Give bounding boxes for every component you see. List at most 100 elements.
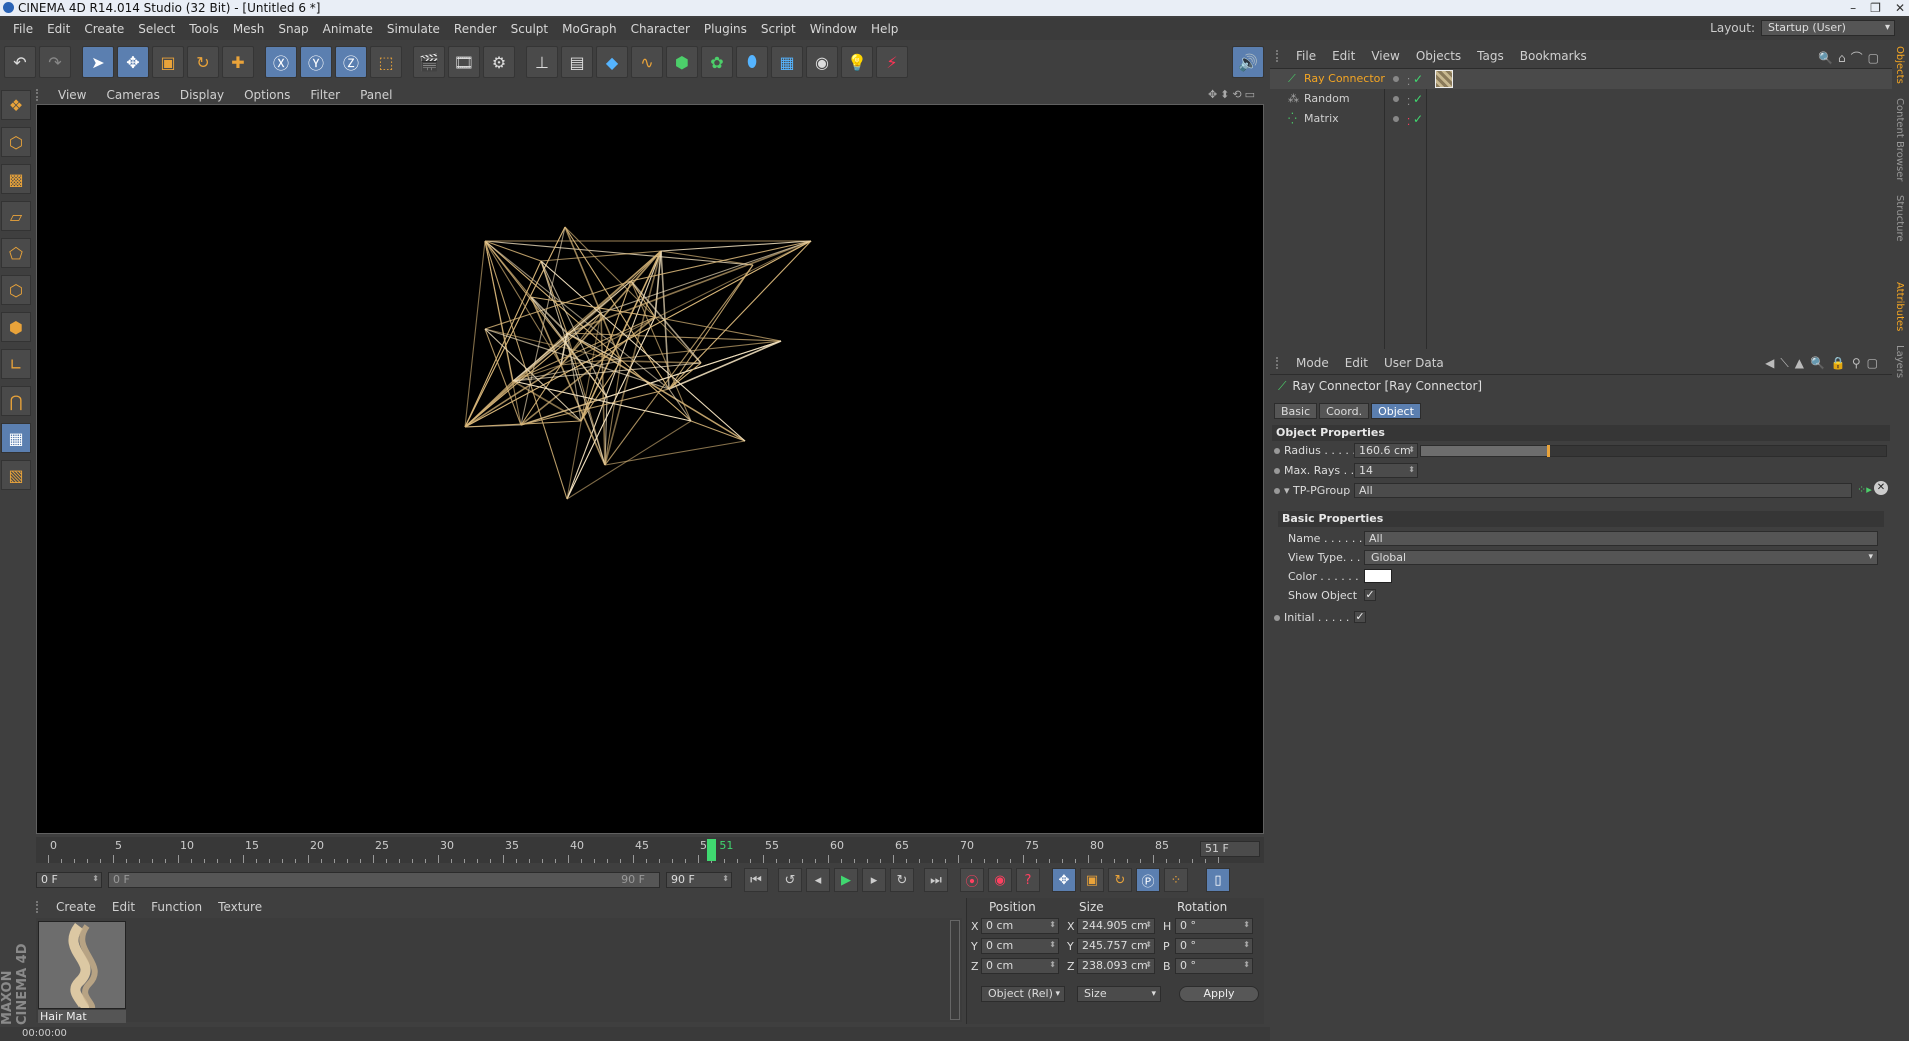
- enabled-check-icon[interactable]: ✓: [1413, 69, 1423, 89]
- tp-group-clear-icon[interactable]: ✕: [1874, 481, 1888, 495]
- stepper-icon[interactable]: ⬍: [1408, 463, 1415, 476]
- play-icon[interactable]: ▶: [834, 868, 858, 892]
- menu-mograph[interactable]: MoGraph: [555, 18, 624, 40]
- size-mode-dropdown[interactable]: Size: [1077, 986, 1161, 1002]
- x-axis-icon[interactable]: Ⓧ: [265, 46, 297, 78]
- layout-dropdown[interactable]: Startup (User): [1761, 20, 1895, 36]
- z-axis-icon[interactable]: Ⓩ: [335, 46, 367, 78]
- stepper-icon[interactable]: ⬍: [1243, 918, 1250, 932]
- viewport-nav-icons[interactable]: ✥⬍⟲▭: [1208, 88, 1258, 101]
- material-menu-texture[interactable]: Texture: [210, 900, 270, 914]
- autokeying-icon[interactable]: ◉: [988, 868, 1012, 892]
- rotation-p-field[interactable]: 0 ° ⬍: [1175, 938, 1253, 954]
- render-picture-viewer-icon[interactable]: 🎞: [448, 46, 480, 78]
- y-axis-icon[interactable]: Ⓨ: [300, 46, 332, 78]
- render-dot-icon[interactable]: ⁚: [1407, 113, 1410, 133]
- coordinate-system-icon[interactable]: ⬚: [370, 46, 402, 78]
- hair-material-thumbnail[interactable]: [38, 921, 126, 1009]
- restore-icon[interactable]: ❐: [1870, 0, 1881, 16]
- render-view-icon[interactable]: 🎬: [413, 46, 445, 78]
- previous-frame-icon[interactable]: ◂: [806, 868, 830, 892]
- show-object-checkbox[interactable]: ✓: [1364, 589, 1376, 601]
- color-swatch[interactable]: [1364, 569, 1392, 583]
- add-tool-icon[interactable]: ✚: [222, 46, 254, 78]
- size-y-field[interactable]: 245.757 cm ⬍: [1077, 938, 1155, 954]
- next-frame-icon[interactable]: ▸: [862, 868, 886, 892]
- material-tag-icon[interactable]: [1435, 70, 1453, 88]
- am-menu-user-data[interactable]: User Data: [1376, 356, 1452, 370]
- enabled-check-icon[interactable]: ✓: [1413, 109, 1423, 129]
- model-mode-icon[interactable]: ⬡: [1, 127, 31, 157]
- om-menu-edit[interactable]: Edit: [1324, 49, 1363, 63]
- menu-edit[interactable]: Edit: [40, 18, 77, 40]
- rotate-tool-icon[interactable]: ↻: [187, 46, 219, 78]
- viewport-menu-view[interactable]: View: [48, 88, 96, 102]
- keyframe-selection-icon[interactable]: ?: [1016, 868, 1040, 892]
- menu-plugins[interactable]: Plugins: [697, 18, 754, 40]
- panel-grip[interactable]: [1276, 357, 1284, 369]
- radius-slider[interactable]: [1420, 445, 1887, 457]
- stepper-icon[interactable]: ⬍: [1145, 918, 1152, 932]
- start-frame-field[interactable]: 0 F ⬍: [36, 872, 102, 888]
- floor-icon[interactable]: ▦: [771, 46, 803, 78]
- panel-grip[interactable]: [36, 901, 44, 913]
- redo-icon[interactable]: ↷: [39, 46, 71, 78]
- om-menu-objects[interactable]: Objects: [1408, 49, 1469, 63]
- stepper-icon[interactable]: ⬍: [1049, 958, 1056, 972]
- initial-checkbox[interactable]: ✓: [1354, 611, 1366, 623]
- axis-mode-icon[interactable]: ∟: [1, 349, 31, 379]
- side-tab-objects[interactable]: Objects: [1894, 46, 1905, 84]
- thinking-particles-icon[interactable]: ⚡: [876, 46, 908, 78]
- key-pla-icon[interactable]: ⁘: [1164, 868, 1188, 892]
- stepper-icon[interactable]: ⬍: [1145, 958, 1152, 972]
- menu-create[interactable]: Create: [77, 18, 131, 40]
- go-to-end-icon[interactable]: ⏭: [924, 868, 948, 892]
- menu-file[interactable]: File: [6, 18, 40, 40]
- menu-select[interactable]: Select: [131, 18, 182, 40]
- scheme-icon[interactable]: ▯: [1206, 868, 1230, 892]
- rotation-h-field[interactable]: 0 ° ⬍: [1175, 918, 1253, 934]
- object-row-matrix[interactable]: ⁛ Matrix ⁚ ✓: [1270, 109, 1892, 129]
- menu-animate[interactable]: Animate: [316, 18, 380, 40]
- visibility-dot-icon[interactable]: [1393, 96, 1399, 102]
- workplane-mode-icon[interactable]: ▱: [1, 201, 31, 231]
- menu-mesh[interactable]: Mesh: [226, 18, 272, 40]
- side-tab-content-browser[interactable]: Content Browser: [1894, 98, 1905, 181]
- record-keys-icon[interactable]: ⦿: [960, 868, 984, 892]
- om-toolbar-icons[interactable]: 🔍⌂⌒▢: [1818, 49, 1884, 66]
- document-icon[interactable]: ▤: [561, 46, 593, 78]
- enabled-check-icon[interactable]: ✓: [1413, 89, 1423, 109]
- render-settings-icon[interactable]: ⚙: [483, 46, 515, 78]
- go-to-start-icon[interactable]: ⏮: [744, 868, 768, 892]
- menu-script[interactable]: Script: [754, 18, 803, 40]
- live-selection-icon[interactable]: ➤: [82, 46, 114, 78]
- name-field[interactable]: All: [1364, 531, 1878, 546]
- tp-group-field[interactable]: All: [1354, 483, 1852, 498]
- deformer-icon[interactable]: ⬮: [736, 46, 768, 78]
- cloner-icon[interactable]: ✿: [701, 46, 733, 78]
- viewport-menu-filter[interactable]: Filter: [300, 88, 350, 102]
- stepper-icon[interactable]: ⬍: [1243, 958, 1250, 972]
- menu-simulate[interactable]: Simulate: [380, 18, 447, 40]
- menu-render[interactable]: Render: [447, 18, 504, 40]
- stepper-icon[interactable]: ⬍: [1049, 938, 1056, 952]
- undo-icon[interactable]: ↶: [4, 46, 36, 78]
- menu-help[interactable]: Help: [864, 18, 905, 40]
- close-icon[interactable]: ✕: [1895, 0, 1905, 16]
- material-scrollbar[interactable]: [950, 920, 960, 1020]
- viewport-solo-icon[interactable]: 🔊: [1232, 46, 1264, 78]
- view-type-dropdown[interactable]: Global: [1364, 550, 1878, 565]
- preview-range-slider[interactable]: 0 F 90 F: [108, 872, 660, 888]
- panel-grip[interactable]: [1276, 50, 1284, 62]
- polygons-mode-icon[interactable]: ⬢: [1, 312, 31, 342]
- am-toolbar-icons[interactable]: ◀⟍▲🔍🔒⚲▢: [1765, 356, 1884, 371]
- size-z-field[interactable]: 238.093 cm ⬍: [1077, 958, 1155, 974]
- am-menu-mode[interactable]: Mode: [1288, 356, 1337, 370]
- viewport-menu-options[interactable]: Options: [234, 88, 300, 102]
- tp-group-picker-icon[interactable]: ⁘▸: [1857, 483, 1872, 496]
- viewport-menu-display[interactable]: Display: [170, 88, 234, 102]
- expand-arrow-icon[interactable]: ▾: [1284, 484, 1293, 497]
- light-icon[interactable]: 💡: [841, 46, 873, 78]
- timeline-ruler[interactable]: 051015202530354045505560657075808590 51 …: [36, 837, 1264, 863]
- next-key-icon[interactable]: ↻: [890, 868, 914, 892]
